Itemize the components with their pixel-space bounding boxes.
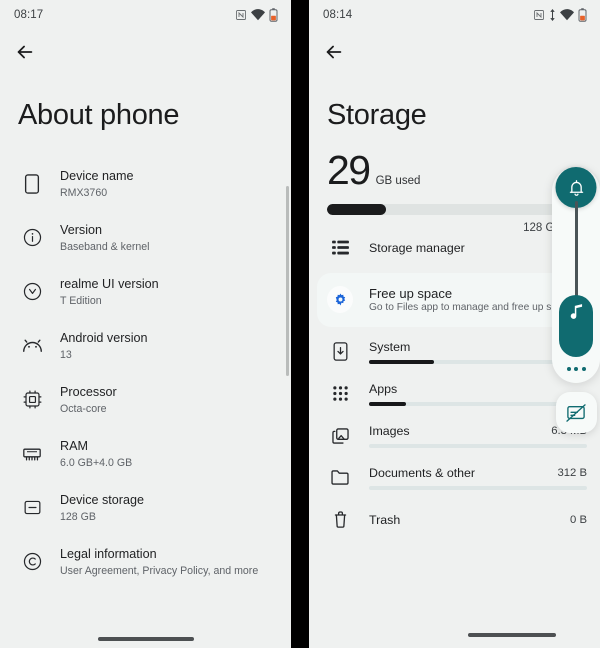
copyright-icon <box>18 547 46 577</box>
about-item-subtitle: Baseband & kernel <box>60 240 150 253</box>
more-dots-icon[interactable] <box>566 367 586 371</box>
about-item-subtitle: User Agreement, Privacy Policy, and more <box>60 564 259 577</box>
about-item-device-storage[interactable]: Device storage 128 GB <box>0 482 291 536</box>
music-note-icon <box>570 304 582 319</box>
category-value: 312 B <box>557 467 587 480</box>
scrollbar[interactable] <box>286 186 289 376</box>
status-time: 08:17 <box>14 9 44 21</box>
about-item-title: realme UI version <box>60 276 159 291</box>
storage-usage-bar <box>327 203 582 215</box>
volume-overlay[interactable] <box>552 167 600 433</box>
free-up-space-icon-wrap <box>327 286 353 314</box>
chip-icon <box>18 385 46 415</box>
data-transfer-icon <box>550 9 555 21</box>
android-icon <box>18 331 46 361</box>
about-item-device-name[interactable]: Device name RMX3760 <box>0 158 291 212</box>
page-title: About phone <box>18 99 180 131</box>
about-item-ram[interactable]: RAM 6.0 GB+4.0 GB <box>0 428 291 482</box>
about-item-title: Processor <box>60 384 117 399</box>
back-arrow-icon[interactable] <box>323 41 345 63</box>
battery-low-icon <box>578 8 587 22</box>
wifi-icon <box>560 9 574 21</box>
battery-low-icon <box>269 8 278 22</box>
status-bar-left: 08:17 <box>0 0 291 30</box>
category-label: Trash <box>369 512 401 527</box>
panel-divider <box>291 0 309 648</box>
category-value: 0 B <box>570 513 587 526</box>
volume-panel <box>552 167 600 383</box>
dual-screenshot-stage: 08:17 About phone Device name RMX3760 Ve… <box>0 0 600 648</box>
volume-slider-thumb[interactable] <box>559 295 593 357</box>
status-icon-group <box>533 8 587 22</box>
status-bar-right: 08:14 <box>309 0 600 30</box>
phone-icon <box>18 169 46 199</box>
category-label: Apps <box>369 382 398 397</box>
about-item-processor[interactable]: Processor Octa-core <box>0 374 291 428</box>
about-item-realme-ui-version[interactable]: realme UI version T Edition <box>0 266 291 320</box>
status-time: 08:14 <box>323 9 353 21</box>
free-up-space-subtitle: Go to Files app to manage and free up sp… <box>369 302 574 314</box>
home-indicator[interactable] <box>468 632 556 637</box>
list-icon <box>327 240 353 255</box>
about-item-title: Device name <box>60 168 134 183</box>
nav-bar-right <box>309 30 600 74</box>
about-item-subtitle: 128 GB <box>60 510 96 523</box>
apps-grid-icon <box>327 386 353 402</box>
about-phone-screen: 08:17 About phone Device name RMX3760 Ve… <box>0 0 291 648</box>
nfc-icon <box>236 10 246 20</box>
storage-category-documents[interactable]: Documents & other 312 B <box>309 457 600 499</box>
trash-icon <box>327 511 353 529</box>
about-item-title: Device storage <box>60 492 144 507</box>
category-label: Documents & other <box>369 466 476 481</box>
about-item-android-version[interactable]: Android version 13 <box>0 320 291 374</box>
about-item-title: RAM <box>60 438 88 453</box>
system-icon <box>327 342 353 362</box>
category-meter <box>369 444 587 448</box>
category-meter-fill <box>369 360 435 364</box>
nav-bar-left <box>0 30 291 74</box>
page-title: Storage <box>327 99 427 131</box>
back-arrow-icon[interactable] <box>14 41 36 63</box>
about-item-subtitle: RMX3760 <box>60 186 108 199</box>
volume-slider[interactable] <box>559 201 593 357</box>
storage-category-trash[interactable]: Trash 0 B <box>309 499 600 541</box>
storage-icon <box>18 493 46 523</box>
free-up-space-label: Free up space <box>369 286 453 302</box>
folder-icon <box>327 470 353 486</box>
gear-icon <box>327 286 353 314</box>
storage-manager-label: Storage manager <box>369 240 465 255</box>
about-item-legal-information[interactable]: Legal information User Agreement, Privac… <box>0 536 291 590</box>
category-meter-fill <box>369 402 407 406</box>
about-item-subtitle: 6.0 GB+4.0 GB <box>60 456 133 469</box>
home-indicator[interactable] <box>97 637 194 641</box>
about-item-version[interactable]: Version Baseband & kernel <box>0 212 291 266</box>
nfc-icon <box>534 10 544 20</box>
about-item-subtitle: Octa-core <box>60 402 107 415</box>
free-up-space-row[interactable]: Free up space Go to Files app to manage … <box>317 272 592 327</box>
about-item-title: Legal information <box>60 546 157 561</box>
about-item-title: Android version <box>60 330 148 345</box>
about-item-title: Version <box>60 222 103 237</box>
chevron-circle-icon <box>18 277 46 307</box>
storage-used-unit: GB used <box>375 174 421 187</box>
about-item-subtitle: T Edition <box>60 294 102 307</box>
storage-screen: 08:14 Storage 29 GB used 128 Storage man… <box>309 0 600 648</box>
cast-off-icon[interactable] <box>555 392 597 433</box>
images-icon <box>327 428 353 444</box>
category-label: Images <box>369 424 410 439</box>
info-icon <box>18 223 46 253</box>
about-item-subtitle: 13 <box>60 348 72 361</box>
about-phone-list: Device name RMX3760 Version Baseband & k… <box>0 158 291 590</box>
category-meter <box>369 486 587 490</box>
storage-used-value: 29 <box>327 146 371 193</box>
storage-usage-bar-fill <box>327 203 386 215</box>
category-label: System <box>369 340 411 355</box>
status-icon-group <box>235 8 278 22</box>
wifi-icon <box>251 9 265 21</box>
ram-icon <box>18 439 46 469</box>
